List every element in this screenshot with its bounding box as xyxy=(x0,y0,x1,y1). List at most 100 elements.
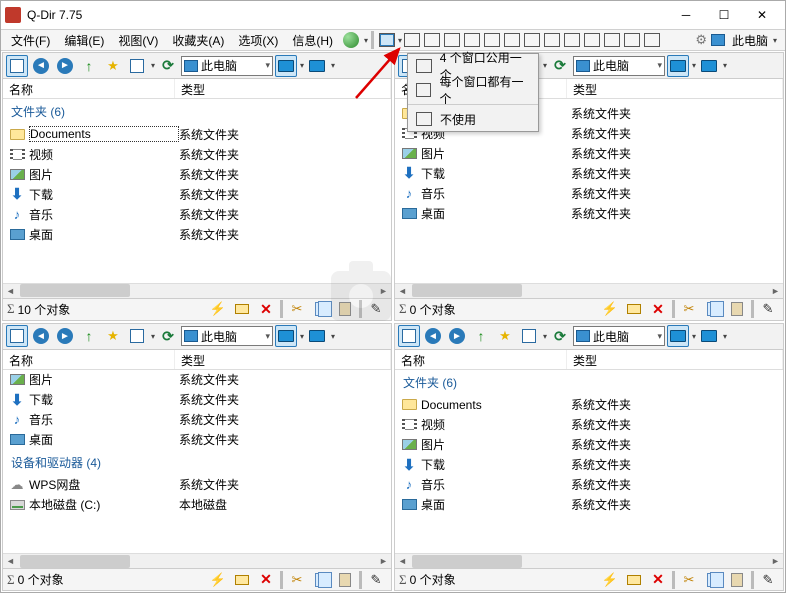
monitor-button[interactable] xyxy=(667,325,689,347)
bolt-button[interactable]: ⚡ xyxy=(599,569,621,591)
layout-icon[interactable] xyxy=(644,33,660,47)
list-item[interactable]: 视频系统文件夹 xyxy=(3,144,391,164)
monitor-button[interactable] xyxy=(275,55,297,77)
mail-button[interactable] xyxy=(623,298,645,320)
refresh-button[interactable]: ⟳ xyxy=(157,325,179,347)
monitor2-button[interactable] xyxy=(306,55,328,77)
edit-button[interactable]: ✎ xyxy=(365,298,387,320)
tools-icon[interactable]: ⚙ xyxy=(695,32,707,48)
layout-icon[interactable] xyxy=(604,33,620,47)
monitor2-dropdown[interactable]: ▾ xyxy=(331,61,335,70)
list-item[interactable]: 桌面系统文件夹 xyxy=(395,203,783,223)
monitor2-button[interactable] xyxy=(698,325,720,347)
paste-button[interactable] xyxy=(726,569,748,591)
layout-icon[interactable] xyxy=(524,33,540,47)
layout-icon[interactable] xyxy=(584,33,600,47)
list-item[interactable]: 视频系统文件夹 xyxy=(395,415,783,435)
scroll-thumb[interactable] xyxy=(412,284,522,297)
monitor2-button[interactable] xyxy=(698,55,720,77)
cut-button[interactable]: ✂ xyxy=(286,569,308,591)
favorites-button[interactable]: ★ xyxy=(102,55,124,77)
layout-icon[interactable] xyxy=(424,33,440,47)
grid-button[interactable] xyxy=(126,55,148,77)
back-button[interactable]: ◄ xyxy=(422,325,444,347)
col-type[interactable]: 类型 xyxy=(175,350,391,369)
monitor-dropdown[interactable]: ▾ xyxy=(692,61,696,70)
favorites-button[interactable]: ★ xyxy=(102,325,124,347)
menu-favorites[interactable]: 收藏夹(A) xyxy=(166,30,230,51)
globe-icon[interactable] xyxy=(342,31,360,49)
view-list-button[interactable] xyxy=(6,325,28,347)
layout-4pane-icon[interactable] xyxy=(379,33,395,47)
col-name[interactable]: 名称 xyxy=(3,350,175,369)
delete-button[interactable]: ✕ xyxy=(647,569,669,591)
paste-button[interactable] xyxy=(726,298,748,320)
grid-button[interactable] xyxy=(518,325,540,347)
file-list[interactable]: 图片系统文件夹 ⬇下载系统文件夹 ♪音乐系统文件夹 桌面系统文件夹 设备和驱动器… xyxy=(3,370,391,554)
layout-icon[interactable] xyxy=(624,33,640,47)
col-type[interactable]: 类型 xyxy=(175,79,391,98)
menu-item-each[interactable]: 每个窗口都有一个 xyxy=(408,78,538,102)
delete-button[interactable]: ✕ xyxy=(255,298,277,320)
close-button[interactable]: ✕ xyxy=(743,3,781,27)
monitor2-button[interactable] xyxy=(306,325,328,347)
file-list[interactable]: 文件夹 (6) Documents系统文件夹 视频系统文件夹 图片系统文件夹 ⬇… xyxy=(395,370,783,554)
list-item[interactable]: 桌面系统文件夹 xyxy=(395,495,783,515)
addressbar-mode-menu[interactable]: 4 个窗口公用一个 每个窗口都有一个 不使用 xyxy=(407,53,539,132)
copy-button[interactable] xyxy=(702,298,724,320)
mail-button[interactable] xyxy=(623,569,645,591)
refresh-button[interactable]: ⟳ xyxy=(549,325,571,347)
bolt-button[interactable]: ⚡ xyxy=(599,298,621,320)
list-item[interactable]: ⬇下载系统文件夹 xyxy=(3,390,391,410)
monitor2-dropdown[interactable]: ▾ xyxy=(723,332,727,341)
layout-icon[interactable] xyxy=(464,33,480,47)
up-button[interactable]: ↑ xyxy=(470,325,492,347)
address-bar[interactable]: 此电脑▾ xyxy=(181,326,273,346)
back-button[interactable]: ◄ xyxy=(30,325,52,347)
scroll-thumb[interactable] xyxy=(412,555,522,568)
monitor-dropdown[interactable]: ▾ xyxy=(300,61,304,70)
section-drives[interactable]: 设备和驱动器 (4) xyxy=(3,450,391,475)
maximize-button[interactable]: ☐ xyxy=(705,3,743,27)
edit-button[interactable]: ✎ xyxy=(757,298,779,320)
scroll-right-icon[interactable]: ► xyxy=(768,554,783,569)
copy-button[interactable] xyxy=(310,569,332,591)
layout-icon[interactable] xyxy=(444,33,460,47)
cut-button[interactable]: ✂ xyxy=(286,298,308,320)
bolt-button[interactable]: ⚡ xyxy=(207,298,229,320)
monitor-dropdown[interactable]: ▾ xyxy=(300,332,304,341)
back-button[interactable]: ◄ xyxy=(30,55,52,77)
scroll-right-icon[interactable]: ► xyxy=(376,554,391,569)
scroll-left-icon[interactable]: ◄ xyxy=(3,283,18,298)
layout-icon[interactable] xyxy=(544,33,560,47)
section-folders[interactable]: 文件夹 (6) xyxy=(395,370,783,395)
scroll-right-icon[interactable]: ► xyxy=(768,283,783,298)
bolt-button[interactable]: ⚡ xyxy=(207,569,229,591)
favorites-button[interactable]: ★ xyxy=(494,325,516,347)
up-button[interactable]: ↑ xyxy=(78,55,100,77)
col-type[interactable]: 类型 xyxy=(567,350,783,369)
scroll-left-icon[interactable]: ◄ xyxy=(3,554,18,569)
menu-view[interactable]: 视图(V) xyxy=(112,30,164,51)
monitor-button[interactable] xyxy=(667,55,689,77)
monitor-dropdown[interactable]: ▾ xyxy=(692,332,696,341)
mail-button[interactable] xyxy=(231,298,253,320)
scroll-right-icon[interactable]: ► xyxy=(376,283,391,298)
list-item[interactable]: ⬇下载系统文件夹 xyxy=(395,163,783,183)
edit-button[interactable]: ✎ xyxy=(757,569,779,591)
scroll-left-icon[interactable]: ◄ xyxy=(395,283,410,298)
location-label[interactable]: 此电脑 xyxy=(732,32,768,49)
view-list-button[interactable] xyxy=(398,325,420,347)
cut-button[interactable]: ✂ xyxy=(678,298,700,320)
list-item[interactable]: 图片系统文件夹 xyxy=(3,370,391,390)
mail-button[interactable] xyxy=(231,569,253,591)
col-name[interactable]: 名称 xyxy=(3,79,175,98)
h-scrollbar[interactable]: ◄► xyxy=(3,553,391,568)
list-item[interactable]: ☁WPS网盘系统文件夹 xyxy=(3,475,391,495)
list-item[interactable]: ⬇下载系统文件夹 xyxy=(3,184,391,204)
list-item[interactable]: ♪音乐系统文件夹 xyxy=(3,410,391,430)
h-scrollbar[interactable]: ◄► xyxy=(395,283,783,298)
list-item[interactable]: ♪音乐系统文件夹 xyxy=(3,204,391,224)
up-button[interactable]: ↑ xyxy=(78,325,100,347)
layout-icon[interactable] xyxy=(484,33,500,47)
